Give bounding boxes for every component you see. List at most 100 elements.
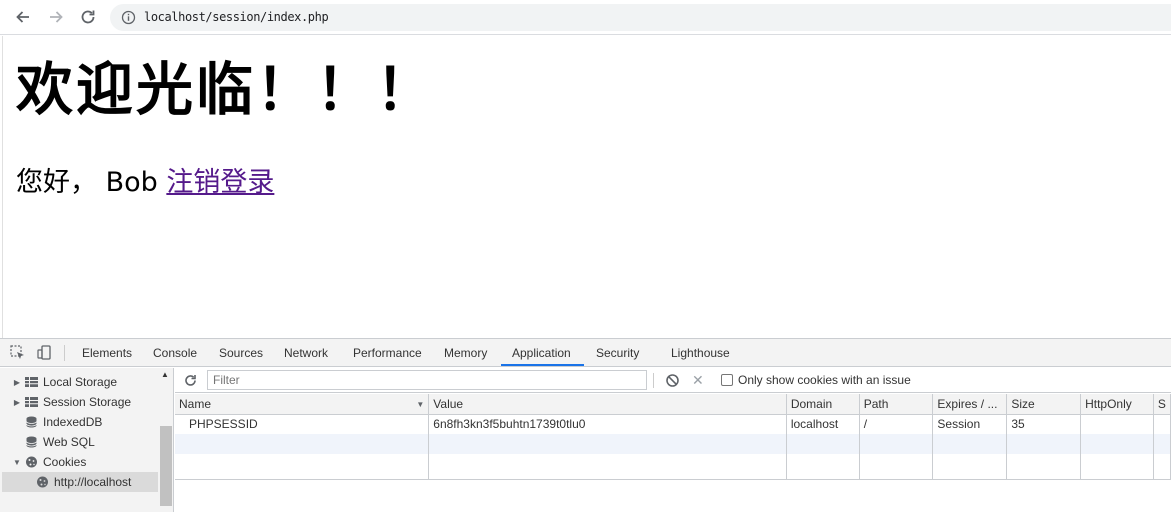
- table-row-empty: [175, 454, 1171, 480]
- column-header-httponly[interactable]: HttpOnly: [1080, 394, 1154, 415]
- sidebar-item-local-storage[interactable]: ▶ Local Storage: [12, 372, 160, 392]
- application-sidebar: ▶ Local Storage ▶ Session Storage Indexe…: [0, 368, 174, 512]
- cell-domain: localhost: [786, 414, 860, 434]
- tab-elements[interactable]: Elements: [82, 346, 132, 360]
- expand-arrow-icon[interactable]: ▶: [12, 378, 22, 387]
- cookie-icon: [26, 456, 37, 468]
- sidebar-scrollbar-thumb[interactable]: [160, 426, 172, 506]
- cell-name: PHPSESSID: [175, 414, 430, 434]
- cell-path: /: [859, 414, 934, 434]
- empty-cell: [1006, 454, 1082, 480]
- empty-cell: [1153, 454, 1171, 480]
- page-content: 欢迎光临！！！ 您好， Bob 注销登录: [2, 36, 1171, 338]
- reload-button[interactable]: [77, 6, 99, 28]
- browser-toolbar: localhost/session/index.php: [0, 0, 1171, 35]
- tab-security[interactable]: Security: [596, 346, 639, 360]
- devtools-panel: Elements Console Sources Network Perform…: [0, 338, 1171, 512]
- database-icon: [26, 436, 37, 448]
- cell-value: 6n8fh3kn3f5buhtn1739t0tlu0: [428, 414, 787, 434]
- arrow-left-icon: [16, 11, 29, 23]
- empty-cell: [1153, 434, 1171, 454]
- sidebar-item-label: IndexedDB: [43, 415, 103, 429]
- table-row[interactable]: PHPSESSID 6n8fh3kn3f5buhtn1739t0tlu0 loc…: [175, 414, 1171, 434]
- page-heading: 欢迎光临！！！: [16, 57, 436, 123]
- refresh-icon[interactable]: [183, 373, 198, 388]
- filter-input[interactable]: [207, 370, 647, 390]
- tabbar-divider: [64, 345, 65, 361]
- empty-cell: [932, 454, 1008, 480]
- delete-selected-icon[interactable]: ✕: [692, 372, 704, 389]
- empty-cell: [175, 434, 430, 454]
- greeting-line: 您好， Bob 注销登录: [16, 166, 274, 200]
- device-toolbar-icon[interactable]: [36, 344, 54, 362]
- sort-down-icon: ▼: [416, 399, 425, 409]
- url-text: localhost/session/index.php: [144, 10, 329, 24]
- active-tab-underline: [501, 364, 584, 366]
- column-header-value[interactable]: Value: [428, 394, 787, 415]
- empty-cell: [428, 454, 787, 480]
- sidebar-item-cookie-localhost[interactable]: http://localhost: [2, 472, 158, 492]
- empty-cell: [932, 434, 1008, 454]
- column-header-name[interactable]: Name ▼: [175, 394, 430, 415]
- empty-cell: [859, 454, 934, 480]
- column-header-path[interactable]: Path: [859, 394, 934, 415]
- inspect-element-icon[interactable]: [9, 344, 27, 362]
- tab-console[interactable]: Console: [153, 346, 197, 360]
- column-header-expires[interactable]: Expires / ...: [932, 394, 1008, 415]
- cell-size: 35: [1006, 414, 1082, 434]
- grid-icon: [25, 377, 38, 387]
- cell-expires: Session: [932, 414, 1008, 434]
- empty-cell: [1080, 454, 1154, 480]
- tab-performance[interactable]: Performance: [353, 346, 422, 360]
- sidebar-item-label: Session Storage: [43, 395, 132, 409]
- empty-cell: [786, 434, 860, 454]
- collapse-arrow-icon[interactable]: ▼: [12, 458, 22, 467]
- column-header-secure[interactable]: S: [1153, 394, 1171, 415]
- tab-sources[interactable]: Sources: [219, 346, 263, 360]
- sidebar-item-indexeddb[interactable]: IndexedDB: [12, 412, 160, 432]
- expand-arrow-icon[interactable]: ▶: [12, 398, 22, 407]
- tab-memory[interactable]: Memory: [444, 346, 487, 360]
- column-header-domain[interactable]: Domain: [786, 394, 860, 415]
- empty-cell: [428, 434, 787, 454]
- sidebar-item-label: Cookies: [43, 455, 87, 469]
- cell-httponly: [1080, 414, 1154, 434]
- filter-divider: [653, 373, 654, 388]
- issues-only-label: Only show cookies with an issue: [738, 373, 911, 387]
- scroll-up-icon[interactable]: ▲: [161, 370, 169, 379]
- table-row-empty: [175, 434, 1171, 454]
- reload-icon: [81, 10, 95, 24]
- clear-all-icon[interactable]: [665, 373, 680, 388]
- empty-cell: [859, 434, 934, 454]
- back-button[interactable]: [12, 6, 34, 28]
- empty-cell: [175, 454, 430, 480]
- sidebar-item-label: Web SQL: [43, 435, 95, 449]
- devtools-tabbar: Elements Console Sources Network Perform…: [0, 339, 1171, 367]
- cookies-panel: ✕ Only show cookies with an issue Name ▼ …: [175, 368, 1171, 512]
- sidebar-item-cookies[interactable]: ▼ Cookies: [12, 452, 160, 472]
- column-header-size[interactable]: Size: [1006, 394, 1082, 415]
- issues-only-checkbox[interactable]: [721, 374, 733, 386]
- tab-lighthouse[interactable]: Lighthouse: [671, 346, 730, 360]
- logout-link[interactable]: 注销登录: [166, 167, 274, 198]
- sidebar-item-web-sql[interactable]: Web SQL: [12, 432, 160, 452]
- database-icon: [26, 416, 37, 428]
- cell-secure: [1153, 414, 1171, 434]
- table-header-row: Name ▼ Value Domain Path Expires / ... Si…: [175, 394, 1171, 415]
- greeting-text: 您好， Bob: [16, 167, 158, 198]
- tab-network[interactable]: Network: [284, 346, 328, 360]
- info-icon[interactable]: [121, 10, 136, 25]
- cookies-table: Name ▼ Value Domain Path Expires / ... Si…: [175, 394, 1171, 480]
- grid-icon: [25, 397, 38, 407]
- empty-cell: [786, 454, 860, 480]
- cookies-filter-bar: ✕ Only show cookies with an issue: [175, 368, 1171, 393]
- sidebar-item-session-storage[interactable]: ▶ Session Storage: [12, 392, 160, 412]
- tab-application[interactable]: Application: [512, 346, 571, 360]
- sidebar-item-label: Local Storage: [43, 375, 118, 389]
- empty-cell: [1080, 434, 1154, 454]
- empty-cell: [1006, 434, 1082, 454]
- sidebar-item-label: http://localhost: [54, 475, 132, 489]
- address-bar[interactable]: localhost/session/index.php: [110, 4, 1171, 31]
- forward-button[interactable]: [45, 6, 67, 28]
- column-header-label: Name: [179, 396, 212, 411]
